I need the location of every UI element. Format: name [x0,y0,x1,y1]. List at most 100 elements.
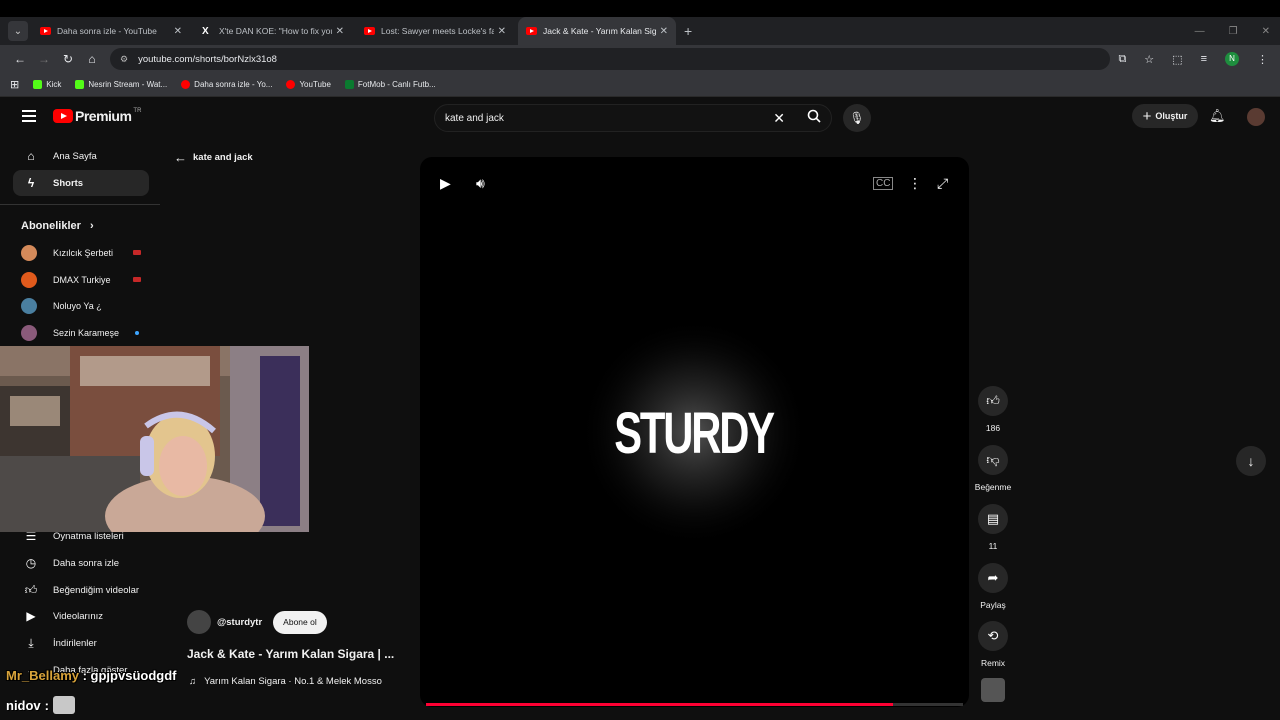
sidebar-item-label: İndirilenler [53,637,97,649]
channel-avatar[interactable] [187,610,211,634]
tab-search-button[interactable]: ⌄ [8,21,28,41]
close-icon[interactable]: ✕ [174,26,182,37]
video-progress-bar[interactable] [426,703,963,706]
back-arrow-icon[interactable]: ← [8,52,32,66]
bookmark-item[interactable]: Nesrin Stream - Wat... [75,80,167,89]
home-icon[interactable]: ⌂ [80,52,104,66]
maximize-icon[interactable]: ❐ [1229,26,1238,37]
install-app-icon[interactable]: ⧉ [1118,53,1126,66]
remix-action[interactable]: ⟲ Remix [970,621,1016,668]
search-text: kate and jack [445,112,504,124]
media-control-icon[interactable]: ≡ [1201,53,1207,65]
subscription-item[interactable]: Noluyo Ya ¿ [21,295,149,317]
sidebar-item-downloads[interactable]: ⤓ İndirilenler [13,630,149,656]
bookmark-label: Daha sonra izle - Yo... [194,80,273,89]
search-icon[interactable] [807,109,821,126]
create-label: Oluştur [1155,111,1188,121]
bookmark-item[interactable]: Daha sonra izle - Yo... [181,80,272,89]
more-menu-icon[interactable]: ⋮ [1257,53,1268,66]
bookmark-item[interactable]: Kick [33,80,61,89]
chevron-right-icon: › [89,220,94,232]
new-tab-button[interactable]: + [684,23,692,39]
music-note-icon: ♫ [189,676,197,687]
dislike-action[interactable]: 👎︎ Beğenme [970,445,1016,492]
dislike-label: Beğenme [974,482,1012,492]
browser-tab[interactable]: Daha sonra izle - YouTube ✕ [32,17,190,45]
clock-icon: ◷ [25,556,37,570]
tab-title: Jack & Kate - Yarım Kalan Sigar [543,26,656,36]
tab-title: X'te DAN KOE: "How to fix your [219,26,332,36]
youtube-play-icon [53,109,73,123]
site-info-icon[interactable]: ⚙ [120,54,128,65]
sidebar-item-your-videos[interactable]: ▶ Videolarınız [13,603,149,629]
chat-username: nidov [6,697,41,713]
apps-grid-icon[interactable]: ⊞ [10,78,19,91]
comment-icon[interactable]: ▤ [978,504,1008,534]
video-title[interactable]: Jack & Kate - Yarım Kalan Sigara | ... [187,647,409,661]
bookmarks-bar: ⊞ Kick Nesrin Stream - Wat... Daha sonra… [0,73,1280,97]
sidebar-item-watch-later[interactable]: ◷ Daha sonra izle [13,550,149,576]
remix-icon[interactable]: ⟲ [978,621,1008,651]
share-icon[interactable]: ➦ [978,563,1008,593]
reload-icon[interactable]: ↻ [56,52,80,66]
channel-name[interactable]: @sturdytr [217,617,262,628]
music-row[interactable]: ♫ Yarım Kalan Sigara · No.1 & Melek Moss… [189,676,382,687]
close-window-icon[interactable]: ✕ [1262,26,1270,37]
youtube-icon [364,27,375,35]
profile-avatar[interactable]: N [1225,52,1239,66]
sidebar-item-shorts[interactable]: ϟ Shorts [13,170,149,196]
bookmark-item[interactable]: YouTube [286,80,331,89]
create-button[interactable]: + Oluştur [1132,104,1198,128]
menu-icon[interactable] [22,110,36,125]
bookmark-star-icon[interactable]: ☆ [1144,53,1154,66]
sound-thumbnail[interactable] [981,678,1005,702]
browser-tab[interactable]: X X'te DAN KOE: "How to fix your ✕ [194,17,352,45]
overlay-text: STURDY [614,400,774,465]
sidebar-item-home[interactable]: ⌂ Ana Sayfa [13,143,149,169]
next-short-button[interactable]: ↓ [1236,446,1266,476]
close-icon[interactable]: ✕ [498,26,506,37]
search-input[interactable]: kate and jack ✕ [434,104,832,132]
subscription-label: Sezin Karameşe [53,328,120,338]
subscription-item[interactable]: Kızılcık Şerbeti [21,242,149,264]
notifications-bell-icon[interactable]: 🔔︎ [1209,108,1226,124]
shorts-player[interactable]: ▶ 🔊︎ CC ⋮ ⤢ STURDY [420,157,969,707]
live-icon [133,250,141,255]
video-icon: ▶ [26,609,36,623]
url-field[interactable]: ⚙ youtube.com/shorts/borNzlx31o8 [110,48,1110,70]
extensions-icon[interactable]: ⬚ [1172,53,1182,66]
close-icon[interactable]: ✕ [660,26,668,37]
webcam-image [0,346,309,532]
user-avatar[interactable] [1247,108,1265,126]
subscription-label: Noluyo Ya ¿ [53,301,102,311]
forward-arrow-icon[interactable]: → [32,52,56,66]
subscription-item[interactable]: DMAX Turkiye [21,269,149,291]
clear-search-icon[interactable]: ✕ [773,110,785,127]
url-text: youtube.com/shorts/borNzlx31o8 [138,53,277,65]
logo-region: TR [133,108,142,114]
subscribe-button[interactable]: Abone ol [273,610,327,634]
subscriptions-heading[interactable]: Abonelikler › [21,220,94,232]
bookmark-item[interactable]: FotMob - Canlı Futb... [344,80,436,89]
video-frame: STURDY [579,317,809,547]
browser-tab-active[interactable]: Jack & Kate - Yarım Kalan Sigar ✕ [518,17,676,45]
youtube-header: Premium TR kate and jack ✕ 🎙 + Oluştur 🔔… [0,98,1280,138]
thumbs-down-icon[interactable]: 👎︎ [978,445,1008,475]
subscription-item[interactable]: Sezin Karameşe [21,322,149,344]
microphone-icon[interactable]: 🎙 [843,104,871,132]
fotmob-icon [344,80,354,89]
like-action[interactable]: 👍︎ 186 [970,386,1016,433]
thumbs-up-icon[interactable]: 👍︎ [978,386,1008,416]
download-icon: ⤓ [28,635,34,650]
sidebar-item-liked-videos[interactable]: 👍︎ Beğendiğim videolar [13,577,149,603]
channel-row: @sturdytr Abone ol [187,610,327,634]
sidebar-item-label: Videolarınız [53,610,103,622]
close-icon[interactable]: ✕ [336,26,344,37]
channel-avatar [21,245,37,261]
shorts-back-link[interactable]: ← kate and jack [174,150,253,165]
youtube-logo[interactable]: Premium TR [53,108,141,124]
share-action[interactable]: ➦ Paylaş [970,563,1016,610]
minimize-icon[interactable]: — [1195,26,1205,37]
comments-action[interactable]: ▤ 11 [970,504,1016,551]
browser-tab[interactable]: Lost: Sawyer meets Locke's fath ✕ [356,17,514,45]
